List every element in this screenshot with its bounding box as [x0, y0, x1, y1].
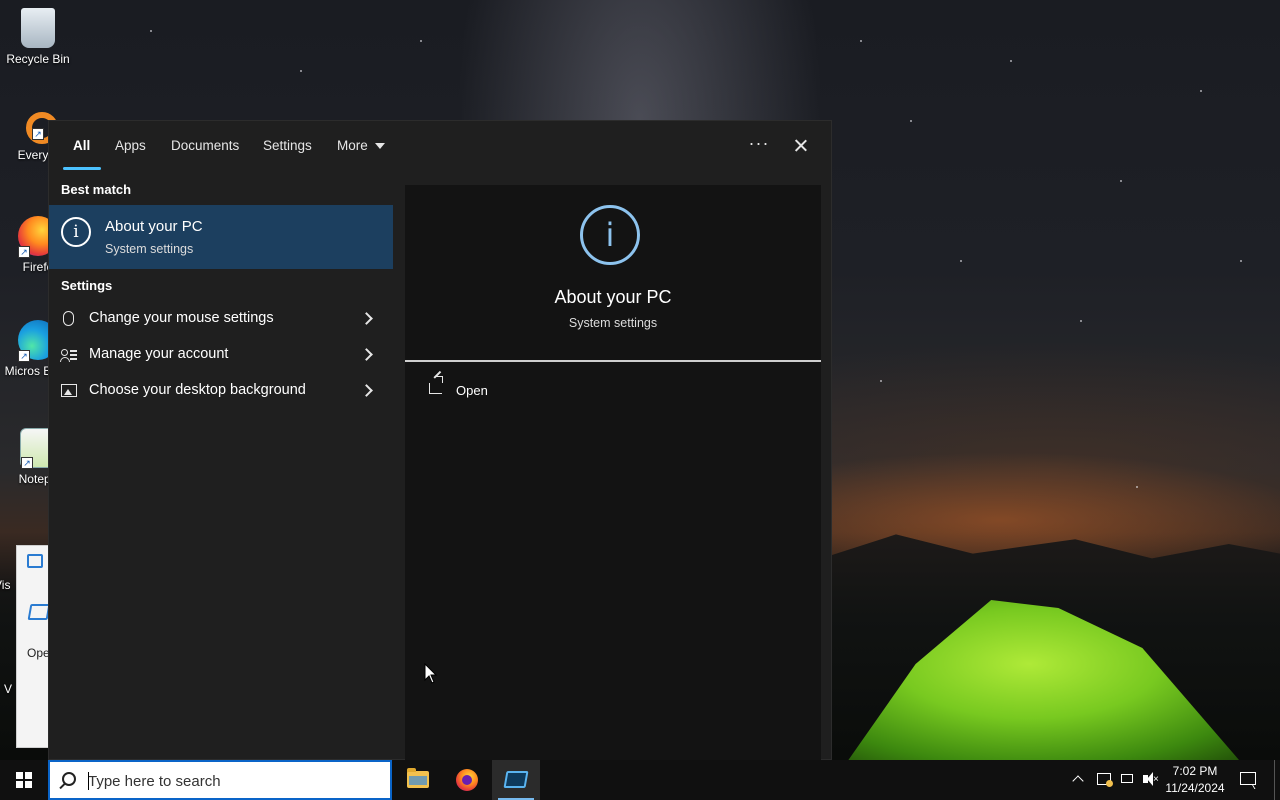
best-match-about-your-pc[interactable]: i About your PC System settings [49, 205, 393, 269]
tab-settings[interactable]: Settings [263, 138, 312, 153]
more-options-button[interactable]: ··· [745, 133, 773, 157]
clock-date: 11/24/2024 [1165, 781, 1225, 795]
preview-title: About your PC [554, 287, 672, 307]
search-panel: All Apps Documents Settings More ··· Bes… [48, 120, 832, 761]
picture-icon [61, 384, 77, 397]
info-icon: i [61, 217, 91, 247]
preview-divider [405, 360, 821, 362]
open-icon [429, 376, 443, 394]
info-icon: i [580, 205, 640, 265]
close-icon[interactable] [787, 133, 815, 159]
start-button[interactable] [0, 760, 48, 800]
firefox-icon [456, 769, 478, 791]
taskbar-remote-desktop[interactable] [492, 760, 540, 800]
tab-more-label: More [337, 138, 368, 153]
windows-logo-icon [16, 772, 32, 788]
chevron-right-icon[interactable] [360, 312, 373, 325]
show-hidden-icons-button[interactable] [1068, 760, 1090, 800]
result-label: Choose your desktop background [89, 382, 306, 398]
shortcut-arrow-icon: ↗ [18, 246, 30, 258]
account-icon [60, 347, 77, 363]
result-label: Manage your account [89, 346, 229, 362]
taskbar-file-explorer[interactable] [394, 760, 442, 800]
volume-muted-icon[interactable]: × [1138, 760, 1162, 800]
best-match-subtitle: System settings [105, 242, 194, 256]
desktop-icon-recycle-bin[interactable]: Recycle Bin [2, 8, 74, 66]
shortcut-arrow-icon: ↗ [18, 350, 30, 362]
desktop-icon-label: V [3, 682, 12, 696]
caret-down-icon [374, 143, 385, 150]
preview-pane: i About your PC System settings Open [405, 185, 821, 761]
taskbar-firefox[interactable] [443, 760, 491, 800]
folder-icon [407, 768, 429, 788]
notification-center-icon[interactable] [1236, 760, 1262, 800]
result-change-mouse-settings[interactable]: Change your mouse settings [49, 301, 393, 337]
search-input[interactable] [88, 770, 378, 792]
settings-heading: Settings [61, 278, 113, 293]
chevron-right-icon[interactable] [360, 348, 373, 361]
mouse-cursor-icon [424, 663, 438, 684]
remote-desktop-icon [27, 604, 51, 620]
tray-security-icon[interactable] [1092, 760, 1116, 800]
desktop-icon-partial-v[interactable]: V [0, 682, 12, 696]
active-tab-indicator [63, 167, 101, 170]
clock-time: 7:02 PM [1172, 764, 1218, 778]
search-icon [62, 772, 76, 786]
best-match-title: About your PC [105, 218, 203, 235]
result-manage-account[interactable]: Manage your account [49, 337, 393, 373]
background-window-label: Ope [27, 646, 50, 660]
search-tabs: All Apps Documents Settings More ··· [49, 121, 831, 173]
remote-desktop-icon [27, 554, 43, 568]
desktop-icon-label: Recycle Bin [6, 52, 70, 66]
show-desktop-button[interactable] [1274, 760, 1280, 800]
tab-apps[interactable]: Apps [115, 138, 146, 153]
desktop-icon-label: Vis [0, 578, 11, 592]
shortcut-arrow-icon: ↗ [21, 457, 33, 469]
text-caret [88, 772, 89, 790]
preview-subtitle: System settings [568, 316, 658, 330]
remote-desktop-icon [503, 771, 529, 788]
result-desktop-background[interactable]: Choose your desktop background [49, 373, 393, 409]
network-icon[interactable] [1116, 760, 1140, 800]
taskbar-search-box[interactable] [48, 760, 392, 800]
chevron-right-icon[interactable] [360, 384, 373, 397]
shortcut-arrow-icon: ↗ [32, 128, 44, 140]
result-label: Change your mouse settings [89, 310, 274, 326]
tab-documents[interactable]: Documents [171, 138, 239, 153]
open-label: Open [456, 383, 488, 398]
tab-all[interactable]: All [73, 138, 90, 153]
tab-more[interactable]: More [337, 138, 385, 153]
open-action[interactable]: Open [425, 376, 625, 405]
preview-header: i About your PC System settings [405, 185, 821, 361]
best-match-heading: Best match [61, 182, 132, 197]
mouse-icon [63, 311, 74, 326]
taskbar: × 7:02 PM 11/24/2024 [0, 760, 1280, 800]
recycle-bin-icon [21, 8, 55, 48]
taskbar-clock[interactable]: 7:02 PM 11/24/2024 [1160, 763, 1230, 797]
